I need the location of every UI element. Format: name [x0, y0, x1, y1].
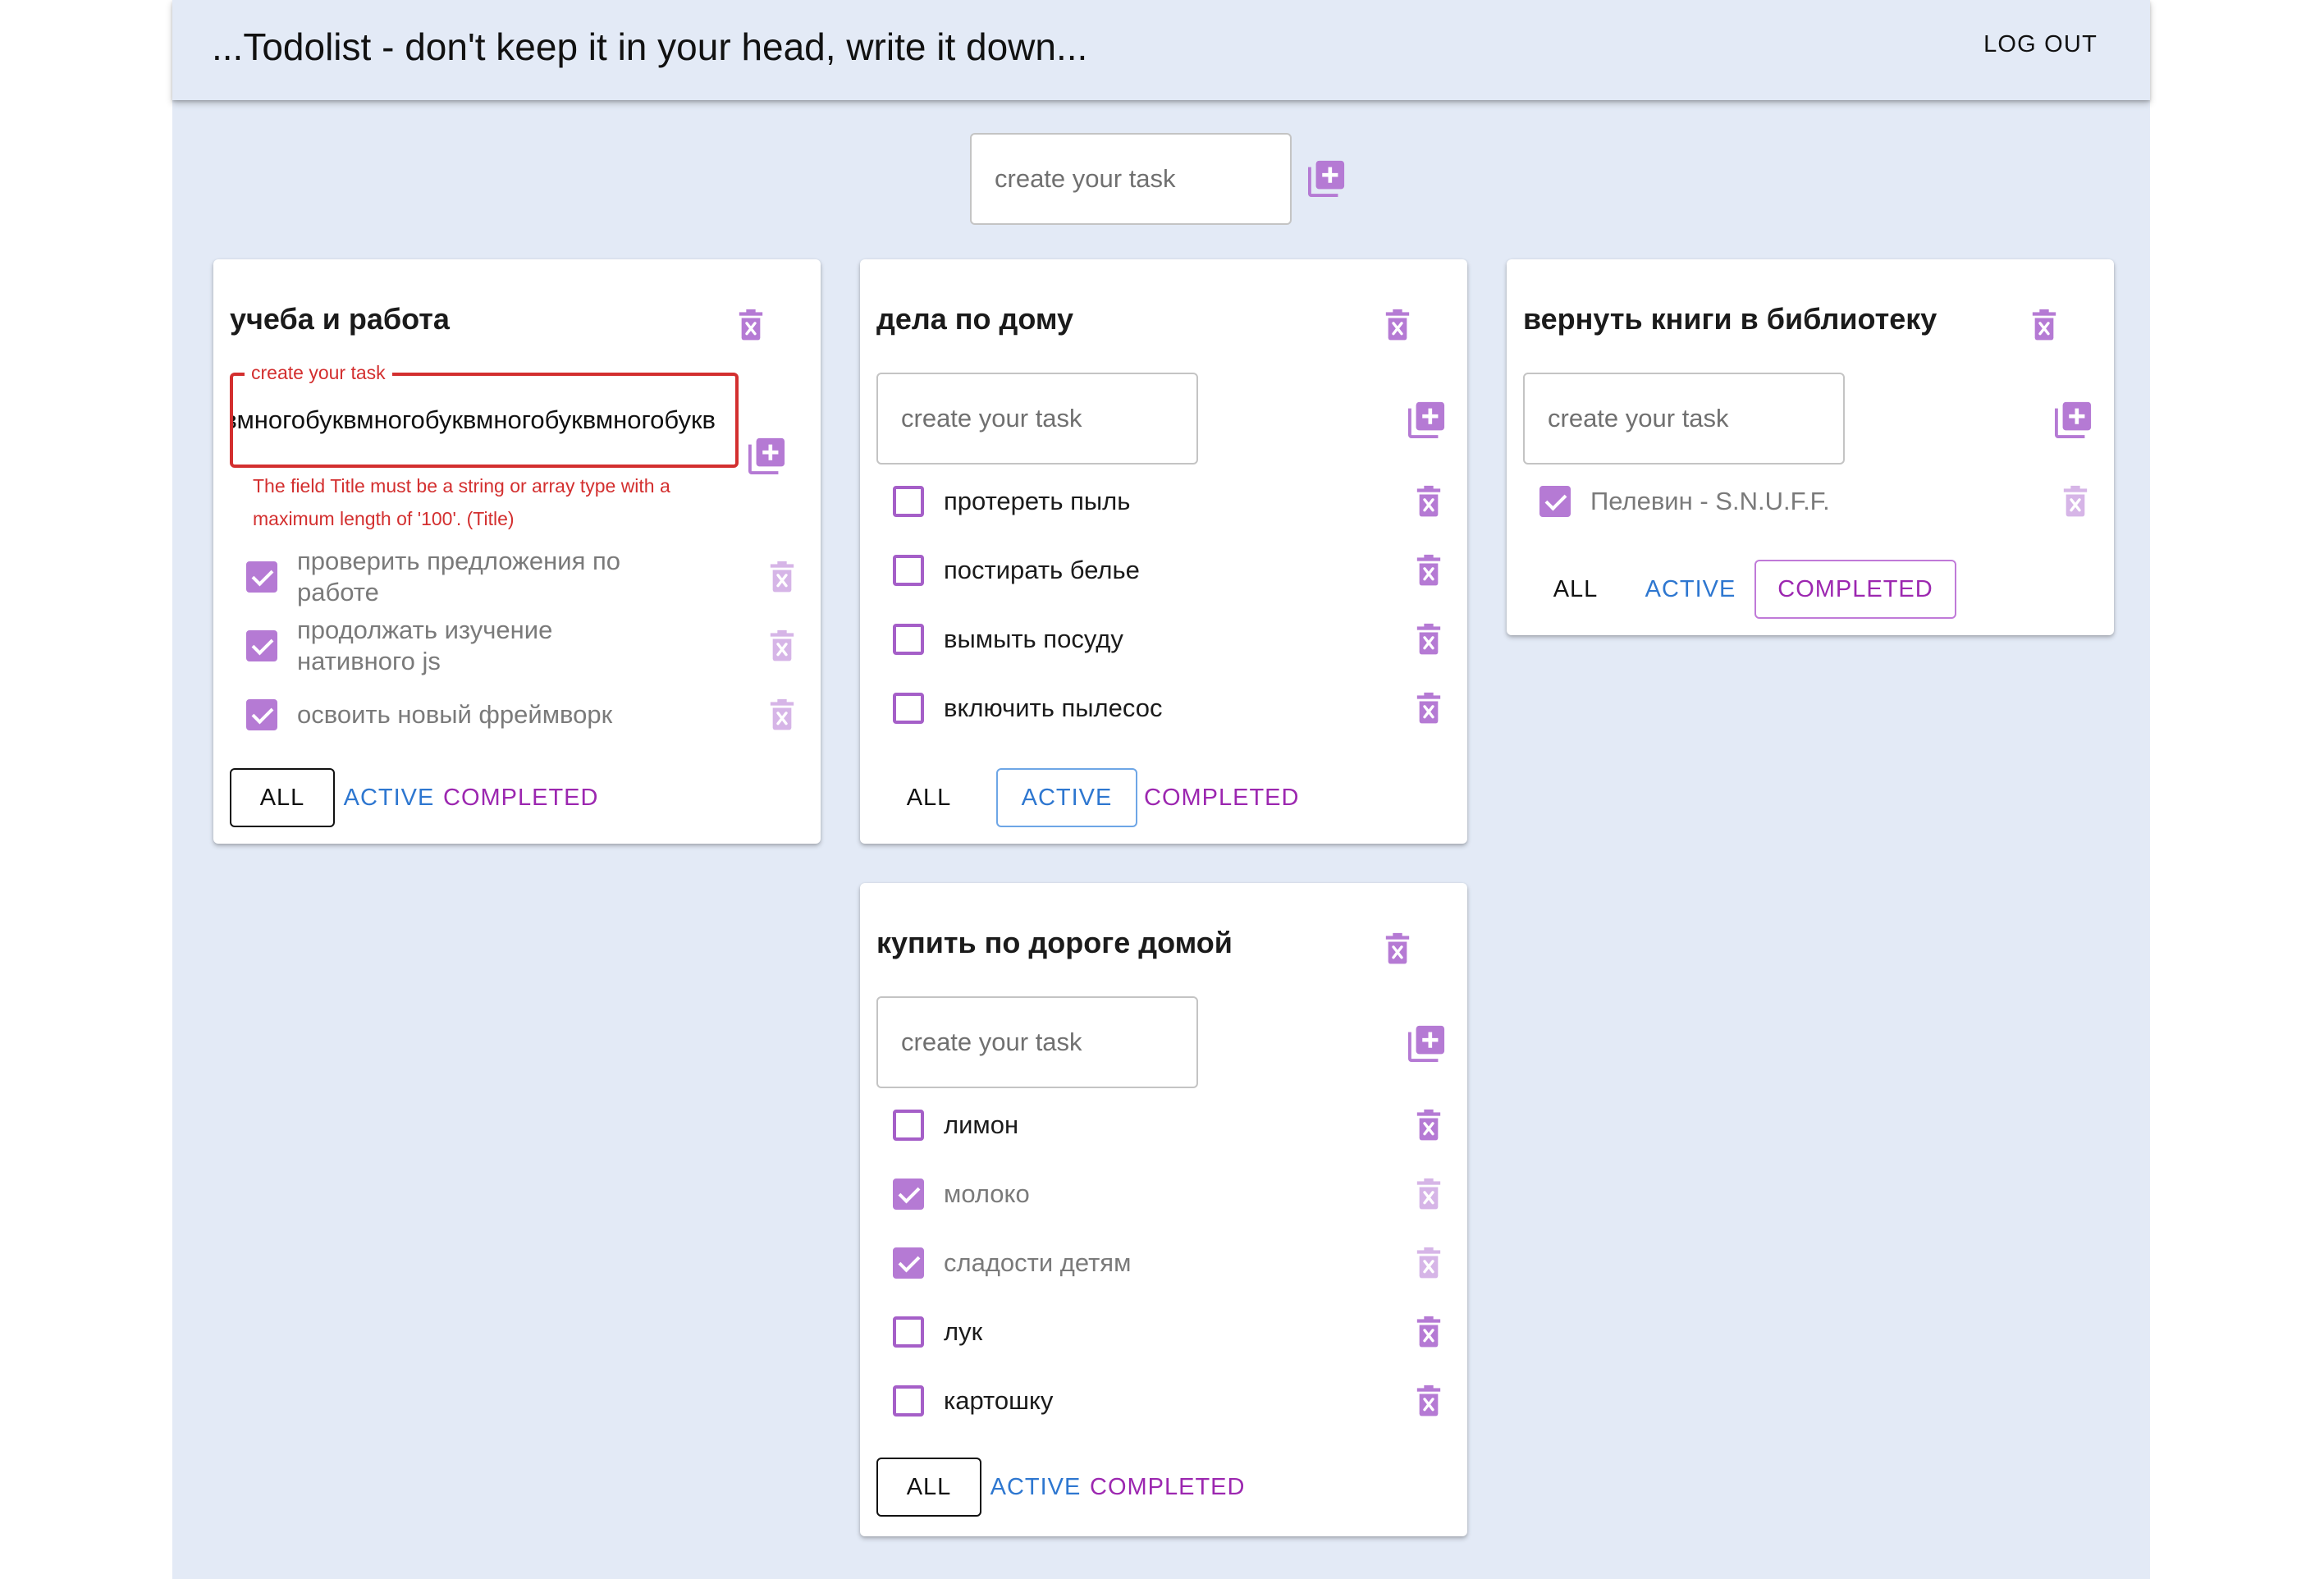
library-add-icon[interactable]: [1308, 159, 1346, 197]
task-item: вымыть посуду: [893, 611, 1443, 668]
task-checkbox[interactable]: [893, 1179, 924, 1210]
filter-active-button[interactable]: ACTIVE: [988, 1458, 1083, 1517]
filter-active-button[interactable]: ACTIVE: [341, 768, 437, 827]
task-title[interactable]: сладости детям: [944, 1247, 1305, 1279]
task-item: молоко: [893, 1165, 1443, 1223]
delete-task-icon[interactable]: [1415, 1178, 1443, 1211]
task-input-label: create your task: [245, 362, 392, 384]
delete-task-icon[interactable]: [1415, 554, 1443, 587]
delete-task-icon[interactable]: [768, 698, 796, 731]
todolist-title[interactable]: вернуть книги в библиотеку: [1523, 302, 1937, 336]
app-root: ...Todolist - don't keep it in your head…: [172, 0, 2150, 1579]
task-title[interactable]: вымыть посуду: [944, 624, 1305, 655]
task-title[interactable]: включить пылесос: [944, 693, 1305, 724]
task-title[interactable]: молоко: [944, 1179, 1305, 1210]
delete-list-icon[interactable]: [737, 309, 765, 341]
task-title[interactable]: Пелевин - S.N.U.F.F.: [1590, 486, 1951, 517]
task-title[interactable]: лимон: [944, 1110, 1305, 1141]
delete-list-icon[interactable]: [1384, 932, 1411, 965]
task-checkbox[interactable]: [893, 486, 924, 517]
task-checkbox[interactable]: [893, 1316, 924, 1348]
delete-list-icon[interactable]: [2030, 309, 2058, 341]
task-input[interactable]: create your task: [876, 996, 1198, 1088]
filter-all-button[interactable]: ALL: [876, 1458, 981, 1517]
filter-active-button[interactable]: ACTIVE: [1633, 560, 1748, 619]
todolist-title[interactable]: учеба и работа: [230, 302, 450, 336]
task-input-placeholder: create your task: [1548, 404, 1729, 433]
delete-task-icon[interactable]: [1415, 1109, 1443, 1142]
add-task-icon[interactable]: [1408, 400, 1446, 438]
task-checkbox[interactable]: [893, 624, 924, 655]
filter-completed-button[interactable]: COMPLETED: [441, 768, 599, 827]
task-input-placeholder: create your task: [901, 404, 1082, 433]
delete-task-icon[interactable]: [1415, 623, 1443, 656]
task-checkbox[interactable]: [893, 555, 924, 586]
task-item: освоить новый фреймворк: [246, 686, 796, 744]
filter-all-button[interactable]: ALL: [230, 768, 335, 827]
task-item: картошку: [893, 1372, 1443, 1430]
delete-task-icon[interactable]: [1415, 1316, 1443, 1348]
filter-all-button[interactable]: ALL: [876, 768, 981, 827]
task-checkbox[interactable]: [893, 1385, 924, 1417]
delete-task-icon[interactable]: [768, 629, 796, 662]
add-task-icon[interactable]: [748, 437, 786, 474]
task-item: продолжать изучение нативного js: [246, 615, 796, 677]
task-title[interactable]: проверить предложения по работе: [297, 546, 658, 608]
delete-task-icon[interactable]: [1415, 1384, 1443, 1417]
filter-completed-button[interactable]: COMPLETED: [1088, 1458, 1246, 1517]
task-item: постирать белье: [893, 542, 1443, 599]
add-task-icon[interactable]: [1408, 1024, 1446, 1062]
filter-all-button[interactable]: ALL: [1523, 560, 1628, 619]
task-title[interactable]: постирать белье: [944, 555, 1305, 586]
task-title[interactable]: лук: [944, 1316, 1305, 1348]
new-list-input[interactable]: create your task: [970, 133, 1292, 225]
todolist-card: купить по дороге домой create your task …: [860, 883, 1467, 1536]
add-task-icon[interactable]: [2055, 400, 2093, 438]
task-checkbox[interactable]: [893, 1247, 924, 1279]
delete-task-icon[interactable]: [768, 561, 796, 593]
todolist-card: вернуть книги в библиотеку create your t…: [1507, 259, 2114, 635]
task-checkbox[interactable]: [893, 693, 924, 724]
todolist-card: учеба и работа create your task многобук…: [213, 259, 821, 844]
task-title[interactable]: освоить новый фреймворк: [297, 699, 658, 730]
todolist-title[interactable]: дела по дому: [876, 302, 1073, 336]
task-input-value: многобуквмногобуквмногобуквмногобуквмног…: [233, 405, 716, 434]
todolist-card: дела по дому create your task протереть …: [860, 259, 1467, 844]
task-title[interactable]: продолжать изучение нативного js: [297, 615, 658, 677]
filter-completed-button[interactable]: COMPLETED: [1142, 768, 1300, 827]
logout-button[interactable]: LOG OUT: [1983, 31, 2098, 58]
task-checkbox[interactable]: [893, 1110, 924, 1141]
task-checkbox[interactable]: [246, 630, 277, 661]
app-title: ...Todolist - don't keep it in your head…: [212, 25, 1088, 68]
task-item: сладости детям: [893, 1234, 1443, 1292]
task-title[interactable]: протереть пыль: [944, 486, 1305, 517]
task-input-placeholder: create your task: [901, 1027, 1082, 1056]
new-list-placeholder: create your task: [995, 164, 1176, 193]
task-title[interactable]: картошку: [944, 1385, 1305, 1417]
task-input[interactable]: create your task многобуквмногобуквмного…: [230, 362, 739, 468]
delete-task-icon[interactable]: [2061, 485, 2089, 518]
task-input[interactable]: create your task: [876, 373, 1198, 465]
todolist-title[interactable]: купить по дороге домой: [876, 926, 1233, 960]
app-bar: ...Todolist - don't keep it in your head…: [172, 0, 2150, 100]
delete-task-icon[interactable]: [1415, 692, 1443, 725]
task-checkbox[interactable]: [1539, 486, 1571, 517]
task-checkbox[interactable]: [246, 699, 277, 730]
task-item: проверить предложения по работе: [246, 546, 796, 608]
delete-task-icon[interactable]: [1415, 485, 1443, 518]
delete-task-icon[interactable]: [1415, 1247, 1443, 1279]
task-item: лук: [893, 1303, 1443, 1361]
delete-list-icon[interactable]: [1384, 309, 1411, 341]
task-item: протереть пыль: [893, 473, 1443, 530]
task-item: лимон: [893, 1096, 1443, 1154]
filter-active-button[interactable]: ACTIVE: [996, 768, 1137, 827]
task-item: Пелевин - S.N.U.F.F.: [1539, 473, 2089, 530]
task-input-error: The field Title must be a string or arra…: [253, 475, 670, 529]
task-input[interactable]: create your task: [1523, 373, 1845, 465]
task-item: включить пылесос: [893, 680, 1443, 737]
filter-completed-button[interactable]: COMPLETED: [1754, 560, 1956, 619]
task-checkbox[interactable]: [246, 561, 277, 593]
